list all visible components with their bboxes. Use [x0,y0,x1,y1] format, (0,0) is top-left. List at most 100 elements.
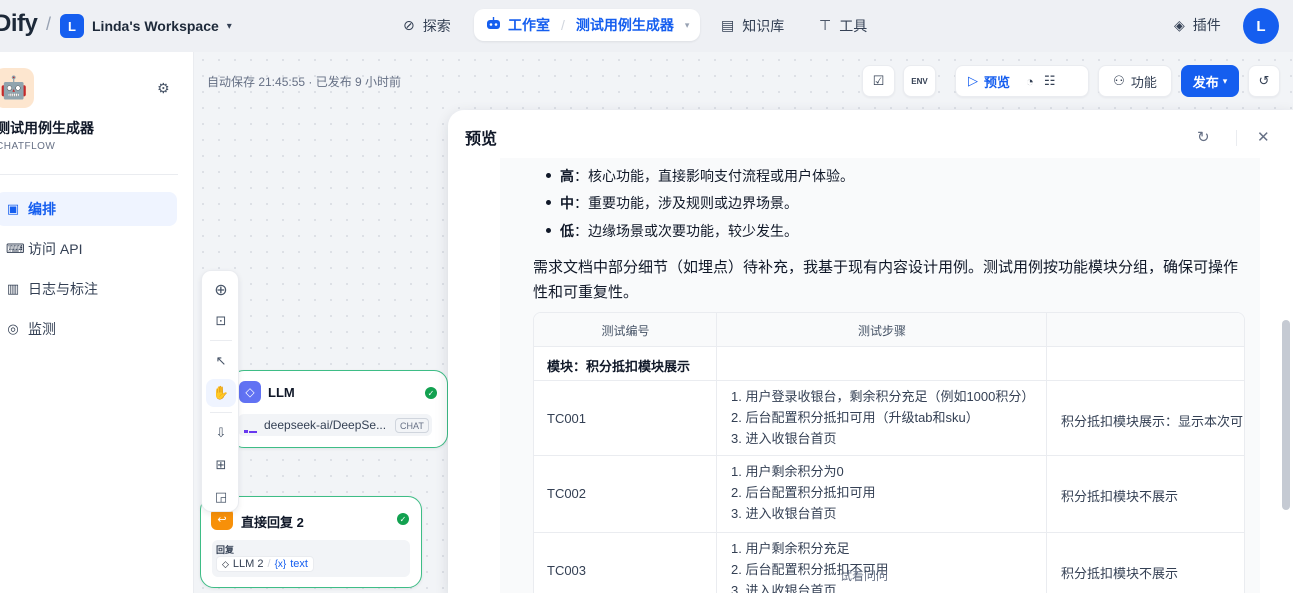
priority-level: 中 [560,195,574,211]
suggested-questions-label[interactable]: 试着问问 [840,567,888,584]
expected-result: 积分抵扣模块展示：显示本次可 [1061,414,1244,429]
pointer-icon[interactable]: ↖ [206,347,236,375]
organize-nodes-icon[interactable]: ⊞ [206,451,236,479]
app-sidebar: 🤖 ⚙ 测试用例生成器 CHATFLOW ▣ 编排 ⌨ 访问 API ▥ 日志与… [0,52,194,593]
sidebar-item-label: 访问 API [28,241,83,257]
table-divider [1046,313,1047,593]
preview-title: 预览 [465,131,498,148]
workspace-badge: L [60,14,84,38]
variable-tag: ◇ LLM 2 / {x} text [216,556,314,572]
publish-label: 发布 [1192,74,1219,90]
preview-group: ▷ 预览 ◔ ☷ [955,65,1089,97]
features-button[interactable]: ⚇ 功能 [1098,65,1172,97]
divider [1236,130,1237,146]
table-divider [534,346,1244,347]
nav-studio[interactable]: 工作室 / 测试用例生成器 ▾ [474,9,700,41]
nav-tools-label: 工具 [839,17,868,34]
step: 3. 进入收银台首页 [731,506,837,521]
log-icon: ▥ [6,281,20,296]
export-image-icon[interactable]: ⇩ [206,419,236,447]
book-icon: ▤ [721,17,735,33]
tool-palette: ⊕ ⊡ ↖ ✋ ⇩ ⊞ ◲ [201,270,239,512]
nav-explore[interactable]: ⊘ 探索 [403,10,451,41]
nav-knowledge[interactable]: ▤ 知识库 [721,10,784,41]
chevron-down-icon: ▾ [1222,75,1228,86]
run-history-icon[interactable]: ◔ [1026,74,1034,89]
compass-icon: ⊘ [403,17,415,33]
nav-knowledge-label: 知识库 [742,17,785,34]
breadcrumb-separator: / [561,17,565,33]
close-icon[interactable]: ✕ [1257,128,1270,146]
table-header: 测试步骤 [717,313,1047,347]
nav-studio-label: 工作室 [508,17,550,33]
user-avatar[interactable]: L [1243,8,1279,44]
table-divider [534,455,1244,456]
monitor-icon: ◎ [7,321,19,336]
test-id: TC001 [547,411,587,426]
llm-icon: ◇ [239,381,261,403]
step: 1. 用户登录收银台，剩余积分充足（例如1000积分） [731,389,1035,404]
layout-icon: ▣ [6,201,20,216]
plugins-button[interactable]: ◈ 插件 [1174,15,1221,35]
plugins-label: 插件 [1192,17,1221,33]
workspace-switcher[interactable]: L Linda's Workspace ▾ [60,13,232,39]
checklist-button[interactable]: ☑ [862,65,895,97]
current-app-label[interactable]: 测试用例生成器 [576,15,674,35]
dify-logo[interactable]: Dify [0,10,38,38]
table-divider [534,532,1244,533]
variable-list-icon[interactable]: ☷ [1044,73,1056,89]
add-note-icon[interactable]: ⊡ [206,307,236,335]
env-button[interactable]: ENV [903,65,936,97]
features-icon: ⚇ [1113,73,1125,88]
deepseek-logo-icon [244,422,258,433]
top-bar: Dify / L Linda's Workspace ▾ ⊘ 探索 工作室 / … [0,0,1293,52]
test-id: TC002 [547,486,587,501]
table-divider [534,380,1244,381]
env-icon: ENV [911,76,928,86]
reply-field-label: 回复 [216,545,235,555]
table-header: 测试编号 [534,313,717,347]
sidebar-item-orchestrate[interactable]: ▣ 编排 [0,192,177,226]
llm-node[interactable] [230,370,448,448]
reset-icon[interactable]: ↻ [1197,128,1210,146]
step: 1. 用户剩余积分为0 [731,464,844,479]
table-header [1047,313,1244,347]
priority-bullet: 中：重要功能，涉及规则或边界场景。 [546,193,798,213]
priority-bullet: 低：边缘场景或次要功能，较少发生。 [546,221,798,241]
features-label: 功能 [1130,74,1157,90]
priority-desc: ：核心功能，直接影响支付流程或用户体验。 [574,168,854,184]
priority-desc: ：重要功能，涉及规则或边界场景。 [574,195,798,211]
message-paragraph: 需求文档中部分细节（如埋点）待补充，我基于现有内容设计用例。测试用例按功能模块分… [533,259,1239,301]
success-check-icon: ✓ [425,387,437,399]
autosave-status: 自动保存 21:45:55 · 已发布 9 小时前 [207,75,402,89]
play-icon[interactable]: ▷ [968,73,978,89]
sidebar-item-label: 监测 [28,321,56,337]
version-history-button[interactable]: ↺ [1248,65,1280,97]
sidebar-item-label: 编排 [28,201,56,217]
add-node-icon[interactable]: ⊕ [206,276,236,304]
module-row: 模块：积分抵扣模块展示 [547,359,691,374]
llm-node-title: LLM [268,385,295,400]
priority-level: 高 [560,168,574,184]
preview-button[interactable]: 预览 [984,72,1010,91]
minimap-icon[interactable]: ◲ [206,483,236,511]
sidebar-item-logs[interactable]: ▥ 日志与标注 [0,272,177,306]
expected-result: 积分抵扣模块不展示 [1061,566,1179,581]
priority-bullet: 高：核心功能，直接影响支付流程或用户体验。 [546,166,854,186]
app-type: CHATFLOW [0,141,56,152]
chevron-down-icon[interactable]: ▾ [685,20,690,31]
publish-button[interactable]: 发布 ▾ [1181,65,1239,97]
sidebar-item-monitor[interactable]: ◎ 监测 [0,312,177,346]
divider [210,340,232,341]
settings-sliders-icon[interactable]: ⚙ [157,80,170,97]
preview-scrollbar[interactable] [1282,320,1290,510]
expected-result: 积分抵扣模块不展示 [1061,489,1179,504]
cube-icon: ◈ [1174,16,1185,33]
divider [0,174,178,175]
checklist-icon: ☑ [872,73,885,88]
sidebar-item-api[interactable]: ⌨ 访问 API [0,232,177,266]
hand-icon[interactable]: ✋ [206,379,236,407]
preview-panel: 预览 ↻ ✕ 高：核心功能，直接影响支付流程或用户体验。 中：重要功能，涉及规则… [448,110,1293,593]
nav-tools[interactable]: ⊤ 工具 [819,10,867,41]
var-name: text [290,558,308,570]
